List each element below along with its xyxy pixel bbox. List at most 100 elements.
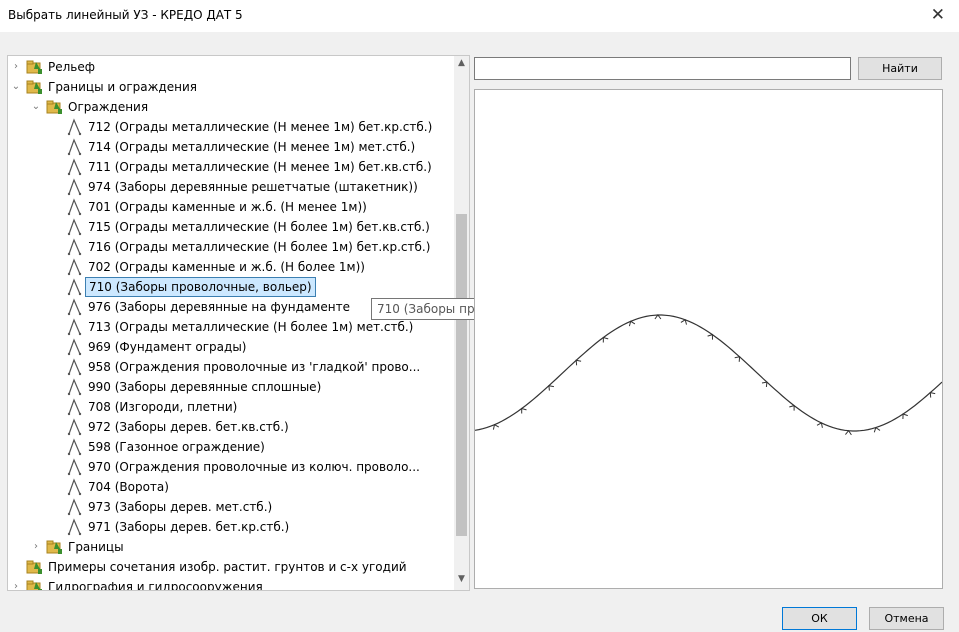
folder-icon [46,540,62,554]
expander-icon[interactable]: ⌄ [30,97,42,117]
wire-tick [492,423,500,430]
title-bar: Выбрать линейный УЗ - КРЕДО ДАТ 5 ✕ [0,0,959,32]
tree-folder[interactable]: › Границы [8,537,452,557]
tree-item-label: Границы и ограждения [48,80,197,94]
tree-item-label: 958 (Ограждения проволочные из 'гладкой'… [88,360,421,374]
tree-item-label: 598 (Газонное ограждение) [88,440,265,454]
linetype-icon [67,258,82,276]
tree-item-label: 710 (Заборы проволочные, вольер) [85,277,316,297]
linetype-icon [67,238,82,256]
find-button[interactable]: Найти [858,57,942,80]
ok-button[interactable]: ОК [782,607,857,630]
tree-folder[interactable]: ⌄ Границы и ограждения [8,77,452,97]
tree-item[interactable]: 973 (Заборы дерев. мет.стб.) [8,497,452,517]
scroll-thumb[interactable] [456,214,467,536]
tree-item[interactable]: 598 (Газонное ограждение) [8,437,452,457]
wire-tick [521,407,527,414]
wire-tick [680,319,687,325]
tree-scrollbar[interactable]: ▲ ▼ [454,56,469,590]
tree-item-label: 708 (Изгороди, плетни) [88,400,238,414]
linetype-preview [474,89,943,589]
tree-item[interactable]: 713 (Ограды металлические (Н более 1м) м… [8,317,452,337]
linetype-icon [67,438,82,456]
wire-tick [575,359,582,366]
tree-item[interactable]: 712 (Ограды металлические (Н менее 1м) б… [8,117,452,137]
wire-tick [929,391,936,398]
tree-item[interactable]: 701 (Ограды каменные и ж.б. (Н менее 1м)… [8,197,452,217]
scroll-down-icon[interactable]: ▼ [454,574,469,584]
tree-folder[interactable]: ⌄ Ограждения [8,97,452,117]
wire-tick [902,413,908,420]
tree-item-label: 713 (Ограды металлические (Н более 1м) м… [88,320,414,334]
expander-icon[interactable]: › [30,537,42,557]
tree-item-label: Ограждения [68,100,149,114]
tree-folder[interactable]: › Гидрография и гидросооружения [8,577,452,590]
expander-icon[interactable]: ⌄ [10,77,22,97]
tree-item[interactable]: 969 (Фундамент ограды) [8,337,452,357]
tree-item[interactable]: 974 (Заборы деревянные решетчатые (штаке… [8,177,452,197]
linetype-icon [67,118,82,136]
window-title: Выбрать линейный УЗ - КРЕДО ДАТ 5 [8,8,243,22]
tree-item-label: 714 (Ограды металлические (Н менее 1м) м… [88,140,416,154]
linetype-icon [67,498,82,516]
tree-folder[interactable]: Примеры сочетания изобр. растит. грунтов… [8,557,452,577]
tree-item[interactable]: 702 (Ограды каменные и ж.б. (Н более 1м)… [8,257,452,277]
linetype-icon [67,518,82,536]
expander-icon[interactable]: › [10,577,22,590]
tree-item-label: 973 (Заборы дерев. мет.стб.) [88,500,273,514]
scroll-up-icon[interactable]: ▲ [454,58,469,68]
linetype-icon [67,158,82,176]
wire-tick [707,333,713,340]
cancel-button[interactable]: Отмена [869,607,944,630]
wire-tick [789,404,795,411]
tree-item-label: Рельеф [48,60,96,74]
tree-item-label: 971 (Заборы дерев. бет.кр.стб.) [88,520,290,534]
tree-item[interactable]: 710 (Заборы проволочные, вольер) [8,277,452,297]
linetype-icon [67,218,82,236]
linetype-icon [67,298,82,316]
linetype-icon [67,338,82,356]
tree-item-label: 976 (Заборы деревянные на фундаменте [88,300,350,314]
tree-item-label: 715 (Ограды металлические (Н более 1м) б… [88,220,430,234]
close-icon[interactable]: ✕ [931,5,945,25]
folder-icon [26,60,42,74]
tree-item[interactable]: 716 (Ограды металлические (Н более 1м) б… [8,237,452,257]
tree-item-label: 702 (Ограды каменные и ж.б. (Н более 1м)… [88,260,365,274]
linetype-icon [67,198,82,216]
tree-item-label: 969 (Фундамент ограды) [88,340,247,354]
fence-line [474,314,943,432]
tree-item[interactable]: 704 (Ворота) [8,477,452,497]
wire-tick [628,320,636,327]
linetype-icon [67,178,82,196]
tree-item-label: 974 (Заборы деревянные решетчатые (штаке… [88,180,418,194]
tree-item-label: 990 (Заборы деревянные сплошные) [88,380,322,394]
tree-item-label: Границы [68,540,124,554]
tree-item-label: 972 (Заборы дерев. бет.кв.стб.) [88,420,289,434]
wire-tick [602,336,609,343]
linetype-icon [67,358,82,376]
tree-item[interactable]: 715 (Ограды металлические (Н более 1м) б… [8,217,452,237]
tree-item[interactable]: 970 (Ограждения проволочные из колюч. пр… [8,457,452,477]
tree-folder[interactable]: › Рельеф [8,57,452,77]
tree-item[interactable]: 708 (Изгороди, плетни) [8,397,452,417]
linetype-icon [67,318,82,336]
linetype-icon [67,378,82,396]
folder-icon [26,80,42,94]
tree-item-label: 704 (Ворота) [88,480,169,494]
linetype-icon [67,458,82,476]
tree-item[interactable]: 972 (Заборы дерев. бет.кв.стб.) [8,417,452,437]
wire-tick [816,422,823,428]
wire-tick [548,385,554,391]
wire-tick [761,381,768,388]
search-input[interactable] [474,57,851,80]
expander-icon[interactable]: › [10,57,22,77]
tree-item[interactable]: 958 (Ограждения проволочные из 'гладкой'… [8,357,452,377]
tree-item-label: 716 (Ограды металлические (Н более 1м) б… [88,240,431,254]
tree-item-label: 970 (Ограждения проволочные из колюч. пр… [88,460,420,474]
tree-item[interactable]: 971 (Заборы дерев. бет.кр.стб.) [8,517,452,537]
tree-item[interactable]: 990 (Заборы деревянные сплошные) [8,377,452,397]
linetype-icon [67,398,82,416]
symbol-tree[interactable]: › Рельеф ⌄ Границы и ограждения ⌄ Ограждения 7… [7,55,470,591]
tree-item[interactable]: 714 (Ограды металлические (Н менее 1м) м… [8,137,452,157]
tree-item[interactable]: 711 (Ограды металлические (Н менее 1м) б… [8,157,452,177]
